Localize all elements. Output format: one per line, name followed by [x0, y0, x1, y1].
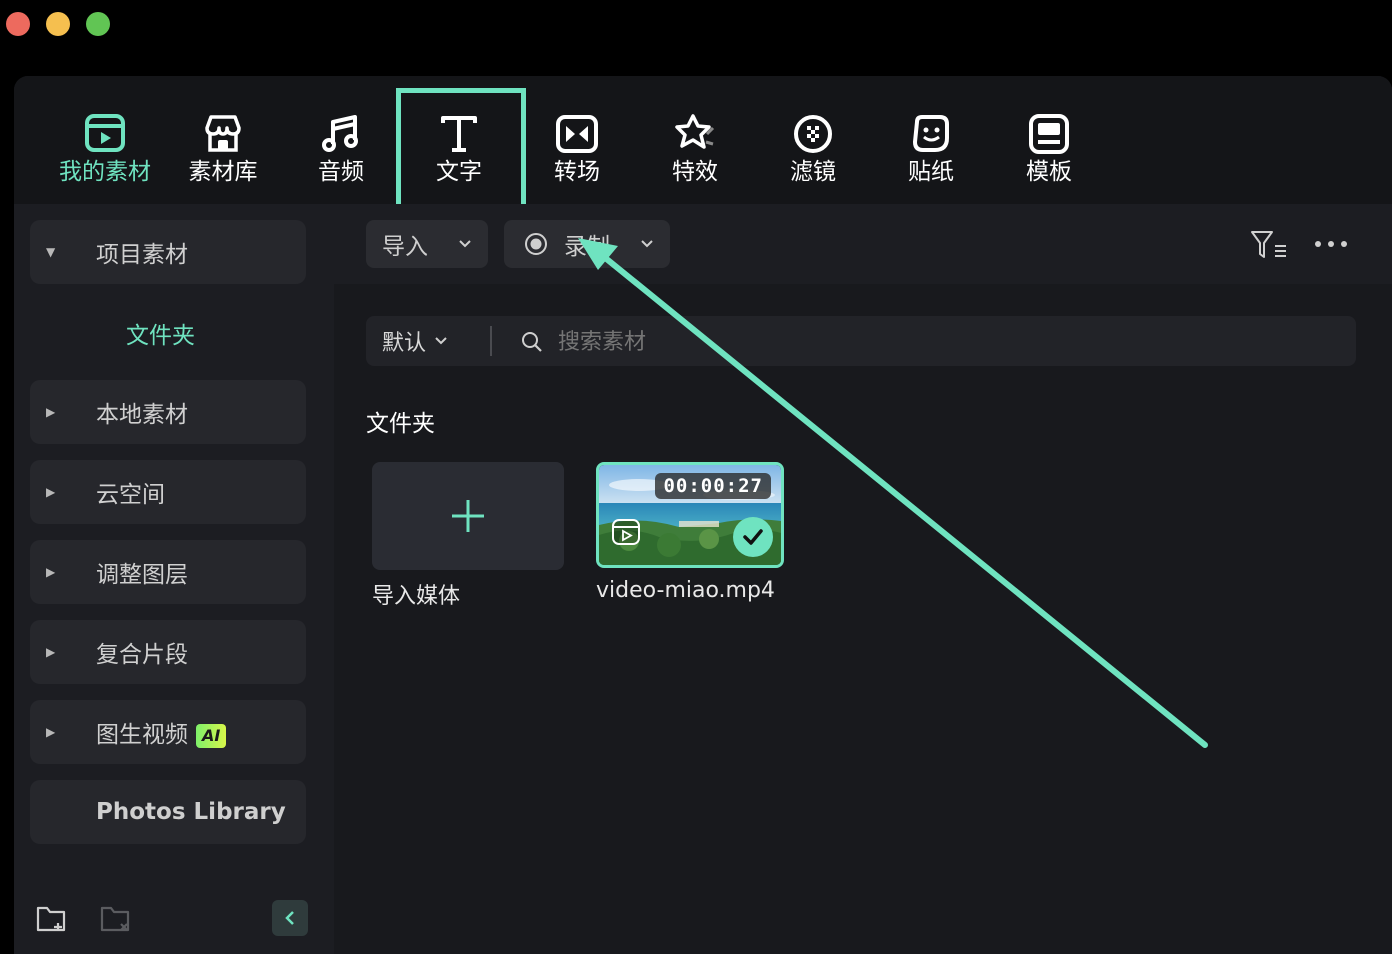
- nav-label: 文字: [436, 159, 482, 185]
- nav-label: 滤镜: [790, 159, 836, 185]
- sidebar-item-label: 项目素材: [96, 242, 188, 268]
- effects-star-icon: [675, 114, 715, 149]
- nav-label: 特效: [672, 159, 718, 185]
- filter-icon: [794, 115, 832, 153]
- delete-folder-icon[interactable]: [100, 904, 132, 934]
- nav-audio[interactable]: 音频: [286, 112, 396, 192]
- search-icon: [522, 332, 542, 352]
- import-media-tile[interactable]: [372, 462, 564, 570]
- sidebar-item-image-to-video[interactable]: ▶ 图生视频 AI: [30, 700, 306, 764]
- chevron-left-icon: [285, 911, 294, 925]
- more-options-icon[interactable]: [1314, 238, 1348, 250]
- nav-label: 贴纸: [908, 159, 954, 185]
- media-clip-thumbnail[interactable]: 00:00:27: [596, 462, 784, 568]
- nav-text[interactable]: 文字: [404, 112, 514, 192]
- chevron-down-icon: [459, 240, 471, 248]
- nav-label: 模板: [1026, 159, 1072, 185]
- new-folder-icon[interactable]: [36, 904, 68, 934]
- section-title: 文件夹: [366, 411, 435, 437]
- media-icon: [85, 114, 125, 152]
- sidebar-item-local-media[interactable]: ▶ 本地素材: [30, 380, 306, 444]
- media-toolbar: 导入 录制: [334, 204, 1392, 284]
- caret-right-icon: ▶: [46, 485, 56, 499]
- search-bar: 默认: [366, 316, 1356, 366]
- selected-check-icon: [733, 517, 773, 557]
- caret-right-icon: ▶: [46, 725, 56, 739]
- sidebar-item-cloud[interactable]: ▶ 云空间: [30, 460, 306, 524]
- nav-template[interactable]: 模板: [994, 112, 1104, 192]
- chevron-down-icon: [435, 337, 447, 345]
- record-dropdown[interactable]: 录制: [504, 220, 670, 268]
- main-panel: 导入 录制 默认 搜索素材 文件夹 导入媒体 00:00:27 video-mi…: [334, 204, 1392, 954]
- sidebar: ▼ 项目素材 文件夹 ▶ 本地素材 ▶ 云空间 ▶ 调整图层 ▶ 复合片段 ▶ …: [14, 204, 334, 954]
- window-maximize-button[interactable]: [86, 12, 110, 36]
- caret-right-icon: ▶: [46, 405, 56, 419]
- sidebar-item-project-media[interactable]: ▼ 项目素材: [30, 220, 306, 284]
- plus-icon: [452, 500, 484, 532]
- nav-library[interactable]: 素材库: [168, 112, 278, 192]
- nav-label: 我的素材: [59, 159, 151, 185]
- nav-filter[interactable]: 滤镜: [758, 112, 868, 192]
- window-minimize-button[interactable]: [46, 12, 70, 36]
- sort-label: 默认: [382, 331, 427, 356]
- store-icon: [205, 115, 241, 152]
- sort-dropdown[interactable]: 默认: [366, 316, 484, 366]
- sidebar-item-label: 复合片段: [96, 642, 188, 668]
- caret-down-icon: ▼: [46, 245, 56, 259]
- sidebar-item-label: Photos Library: [96, 799, 286, 825]
- import-dropdown[interactable]: 导入: [366, 220, 488, 268]
- import-label: 导入: [382, 234, 428, 260]
- search-input[interactable]: [556, 324, 1320, 360]
- nav-sticker[interactable]: 贴纸: [876, 112, 986, 192]
- text-t-icon: [441, 116, 477, 152]
- chevron-down-icon: [641, 240, 653, 248]
- template-icon: [1029, 114, 1069, 154]
- sidebar-item-label: 调整图层: [96, 562, 188, 588]
- caret-right-icon: ▶: [46, 645, 56, 659]
- nav-effects[interactable]: 特效: [640, 112, 750, 192]
- sticker-icon: [913, 115, 949, 152]
- record-label: 录制: [564, 234, 610, 260]
- top-navigation: 我的素材 素材库 音频 文字 转场 特效 滤镜 贴纸 模板: [14, 76, 1392, 204]
- app-window: 我的素材 素材库 音频 文字 转场 特效 滤镜 贴纸 模板 ▼ 项目素材 文件夹…: [14, 76, 1392, 954]
- transition-icon: [556, 115, 598, 153]
- import-media-label: 导入媒体: [372, 584, 461, 609]
- sidebar-item-compound-clip[interactable]: ▶ 复合片段: [30, 620, 306, 684]
- sidebar-item-adjustment-layer[interactable]: ▶ 调整图层: [30, 540, 306, 604]
- divider: [490, 326, 492, 356]
- filter-funnel-icon[interactable]: [1250, 230, 1288, 260]
- clip-duration: 00:00:27: [655, 473, 771, 499]
- nav-label: 音频: [318, 159, 364, 185]
- clip-filename: video-miao.mp4: [596, 578, 775, 603]
- music-note-icon: [322, 115, 358, 152]
- record-icon: [525, 233, 547, 255]
- sidebar-item-label: 云空间: [96, 482, 165, 508]
- nav-transition[interactable]: 转场: [522, 112, 632, 192]
- collapse-sidebar-button[interactable]: [272, 900, 308, 936]
- ai-badge: AI: [196, 723, 227, 748]
- video-clip-icon: [612, 519, 640, 545]
- window-close-button[interactable]: [6, 12, 30, 36]
- sidebar-item-photos-library[interactable]: Photos Library: [30, 780, 306, 844]
- nav-label: 转场: [554, 159, 600, 185]
- sidebar-item-label: 本地素材: [96, 402, 188, 428]
- sidebar-item-folder[interactable]: 文件夹: [126, 316, 195, 350]
- caret-right-icon: ▶: [46, 565, 56, 579]
- nav-label: 素材库: [188, 159, 258, 185]
- sidebar-item-text: 图生视频: [96, 722, 188, 748]
- sidebar-item-label: 图生视频 AI: [96, 715, 227, 749]
- nav-my-media[interactable]: 我的素材: [50, 112, 160, 192]
